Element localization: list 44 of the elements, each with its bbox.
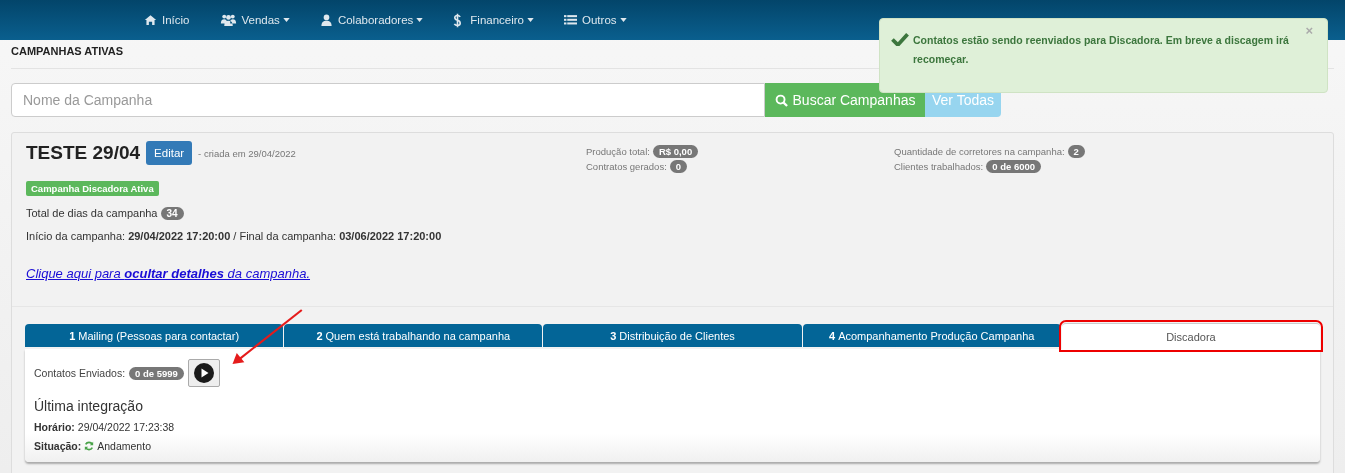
dollar-icon <box>453 12 463 28</box>
search-field[interactable]: Nome da Campanha <box>11 83 765 117</box>
play-button[interactable] <box>187 359 220 387</box>
campaign-name: TESTE 29/04 <box>26 142 141 164</box>
stat-label: Clientes trabalhados: <box>894 161 984 172</box>
stat-badge: 0 de 6000 <box>986 160 1042 173</box>
status-label: Campanha Discadora Ativa <box>26 181 159 196</box>
check-icon <box>891 32 909 46</box>
nav-item[interactable]: Início <box>144 14 190 26</box>
status-key: Situação: <box>34 440 82 452</box>
stat-badge: 2 <box>1067 145 1085 158</box>
tab[interactable]: 2 Quem está trabalhando na campanha <box>284 324 543 347</box>
nav-item[interactable]: Colaboradores <box>319 14 424 26</box>
tab[interactable]: 3 Distribuição de Clientes <box>543 324 802 347</box>
search-icon <box>774 93 788 107</box>
nav-item[interactable]: Outros <box>564 14 627 26</box>
nav-item[interactable]: Financeiro <box>453 12 534 28</box>
nav-item[interactable]: Vendas <box>219 14 290 26</box>
user-icon <box>319 14 333 26</box>
sent-badge: 0 de 5999 <box>129 366 184 380</box>
play-icon <box>193 363 214 383</box>
users-icon <box>219 14 237 26</box>
stat-label: Produção total: <box>586 146 650 157</box>
stat-badge: 0 <box>669 160 688 173</box>
tab[interactable]: 1 Mailing (Pessoas para contactar) <box>25 324 284 347</box>
campaign-dates: Início da campanha: 29/04/2022 17:20:00 / Final da campanha: 03/06/2022 17:20:00 <box>26 230 442 242</box>
stat-badge: R$ 0,00 <box>652 145 699 158</box>
refresh-icon <box>84 441 95 451</box>
hide-details-link[interactable]: Clique aqui para ocultar detalhes da campanha. <box>26 266 310 281</box>
sent-label: Contatos Enviados: <box>34 367 126 379</box>
time-value: 29/04/2022 17:23:38 <box>77 421 175 433</box>
days-badge: 34 <box>160 207 184 220</box>
edit-button[interactable]: Editar <box>146 141 193 165</box>
time-label: Horário: <box>34 421 75 433</box>
days-label: Total de dias da campanha <box>26 207 158 219</box>
stat-label: Quantidade de corretores na campanha: <box>894 146 1065 157</box>
section-heading: Última integração <box>34 398 144 414</box>
home-icon <box>144 14 157 26</box>
stat-label: Contratos gerados: <box>586 161 667 172</box>
tab[interactable]: 4 Acompanhamento Produção Campanha <box>802 324 1061 347</box>
tab[interactable]: Discadora <box>1061 323 1320 349</box>
status-value: Andamento <box>97 440 151 452</box>
created-date: - criada em 29/04/2022 <box>198 147 296 159</box>
list-icon <box>564 14 577 26</box>
